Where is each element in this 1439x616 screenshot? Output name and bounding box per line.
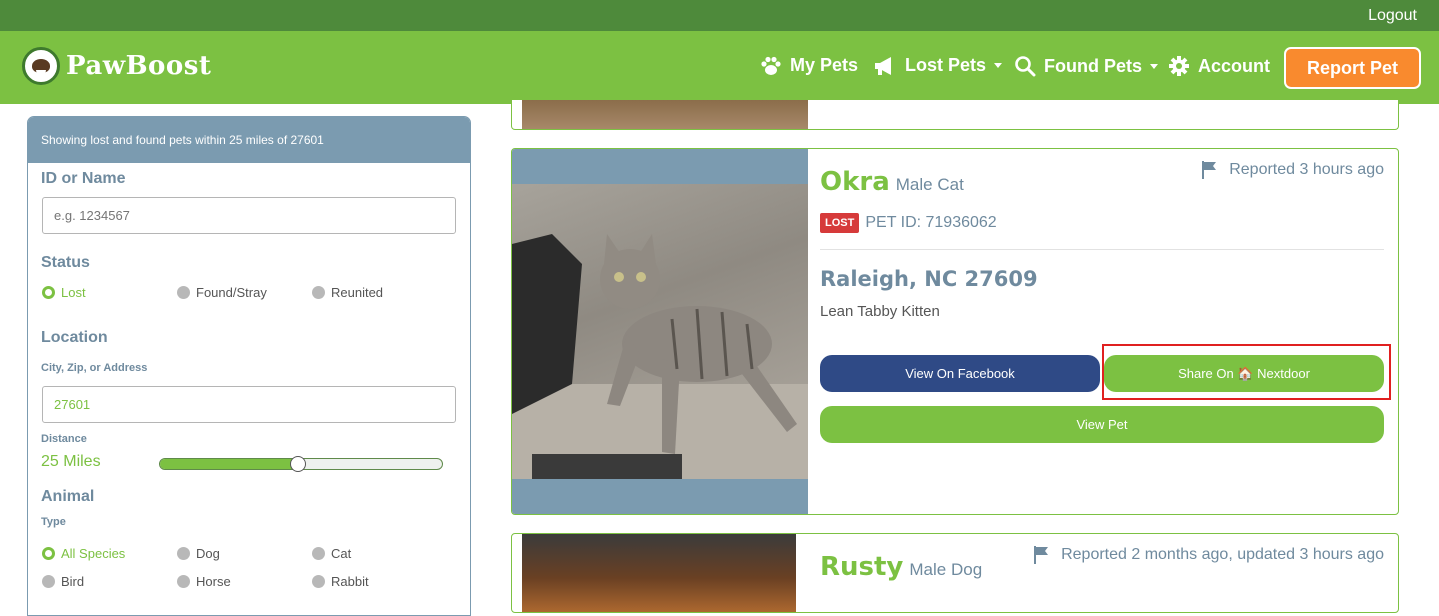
radio-icon (42, 575, 55, 588)
pet-photo (522, 100, 808, 129)
flag-icon (1202, 161, 1217, 179)
location-sublabel: City, Zip, or Address (41, 362, 148, 374)
logout-link[interactable]: Logout (1368, 7, 1417, 25)
type-label: Type (41, 516, 66, 528)
view-pet-button[interactable]: View Pet (820, 406, 1384, 443)
flag-icon (1034, 546, 1049, 564)
megaphone-icon (875, 56, 891, 75)
paw-icon (761, 56, 781, 75)
status-option-label: Reunited (331, 285, 384, 300)
status-radio-reunited[interactable]: Reunited (312, 285, 383, 300)
pet-description: Lean Tabby Kitten (820, 303, 940, 320)
slider-fill (160, 459, 299, 469)
pet-name: Okra (820, 167, 890, 197)
pet-kind: Male Dog (909, 560, 983, 579)
species-radio-rabbit[interactable]: Rabbit (312, 574, 369, 589)
status-label: Status (41, 254, 90, 271)
report-pet-button[interactable]: Report Pet (1284, 47, 1421, 89)
radio-icon (312, 547, 325, 560)
pet-location: Raleigh, NC 27609 (820, 267, 1038, 291)
species-option-label: Bird (61, 574, 85, 589)
brand-logo[interactable]: PawBoost (22, 47, 211, 85)
nav-found-pets[interactable]: Found Pets (1014, 55, 1158, 77)
radio-icon (177, 286, 190, 299)
radio-selected-icon (42, 547, 55, 560)
radio-icon (312, 286, 325, 299)
reported-time: Reported 2 months ago, updated 3 hours a… (1033, 546, 1384, 564)
radio-icon (177, 575, 190, 588)
species-option-label: Horse (196, 574, 231, 589)
status-option-label: Lost (61, 285, 86, 300)
status-option-label: Found/Stray (196, 285, 267, 300)
pet-kind: Male Cat (895, 175, 964, 194)
pet-card-previous[interactable] (511, 100, 1399, 130)
pet-photo-frame (512, 149, 808, 514)
status-badge: LOST (820, 213, 860, 233)
status-radio-found[interactable]: Found/Stray (177, 285, 267, 300)
view-on-facebook-button[interactable]: View On Facebook (820, 355, 1100, 392)
distance-slider[interactable] (159, 456, 443, 472)
pet-photo[interactable] (512, 184, 808, 479)
nav-lost-pets[interactable]: Lost Pets (873, 55, 1003, 76)
reported-text: Reported 3 hours ago (1229, 161, 1384, 178)
species-option-label: Dog (196, 546, 220, 561)
pet-id: PET ID: 71936062 (865, 214, 997, 231)
pet-name: Rusty (820, 552, 904, 582)
species-radio-dog[interactable]: Dog (177, 546, 220, 561)
search-icon (1015, 56, 1036, 77)
reported-text: Reported 2 months ago, updated 3 hours a… (1061, 546, 1384, 563)
nav-found-pets-label: Found Pets (1044, 55, 1142, 76)
species-radio-cat[interactable]: Cat (312, 546, 351, 561)
radio-icon (312, 575, 325, 588)
slider-handle[interactable] (290, 456, 307, 472)
species-radio-horse[interactable]: Horse (177, 574, 231, 589)
nav-account[interactable]: Account (1168, 55, 1270, 77)
pet-photo[interactable] (522, 534, 796, 612)
species-option-label: All Species (61, 546, 126, 561)
cat-illustration (512, 234, 808, 479)
chevron-down-icon (1150, 63, 1158, 69)
nav-my-pets-label: My Pets (790, 55, 859, 75)
main-navbar: PawBoost My Pets Lost Pets Found Pets Ac… (0, 31, 1439, 104)
radio-selected-icon (42, 286, 55, 299)
pet-card[interactable]: Rusty Male Dog Reported 2 months ago, upd… (511, 533, 1399, 613)
nav-account-label: Account (1198, 55, 1270, 76)
status-radio-lost[interactable]: Lost (42, 285, 86, 300)
distance-label: Distance (41, 433, 87, 445)
brand-name: PawBoost (66, 51, 212, 81)
species-radio-bird[interactable]: Bird (42, 574, 84, 589)
divider (820, 249, 1384, 250)
radio-icon (177, 547, 190, 560)
pet-id-row: LOST PET ID: 71936062 (820, 213, 997, 233)
search-summary: Showing lost and found pets within 25 mi… (28, 117, 470, 163)
id-or-name-input[interactable] (42, 197, 456, 234)
gear-icon (1169, 56, 1189, 76)
species-option-label: Cat (331, 546, 352, 561)
nav-lost-pets-label: Lost Pets (905, 55, 987, 75)
share-on-nextdoor-button[interactable]: Share On 🏠 Nextdoor (1104, 355, 1384, 392)
nav-my-pets[interactable]: My Pets (760, 55, 858, 76)
search-filter-panel: Showing lost and found pets within 25 mi… (27, 116, 471, 616)
location-label: Location (41, 329, 108, 346)
species-radio-all[interactable]: All Species (42, 546, 125, 561)
id-or-name-label: ID or Name (41, 170, 126, 187)
pet-name-heading[interactable]: Okra Male Cat (820, 167, 964, 197)
top-bar: Logout (0, 0, 1439, 31)
reported-time: Reported 3 hours ago (1201, 161, 1384, 179)
species-option-label: Rabbit (331, 574, 369, 589)
dog-logo-icon (22, 47, 60, 85)
location-input[interactable] (42, 386, 456, 423)
pet-card[interactable]: Okra Male Cat Reported 3 hours ago LOST P… (511, 148, 1399, 515)
distance-value: 25 Miles (41, 453, 101, 470)
chevron-down-icon (994, 63, 1003, 68)
pet-name-heading[interactable]: Rusty Male Dog (820, 552, 982, 582)
animal-label: Animal (41, 488, 95, 505)
